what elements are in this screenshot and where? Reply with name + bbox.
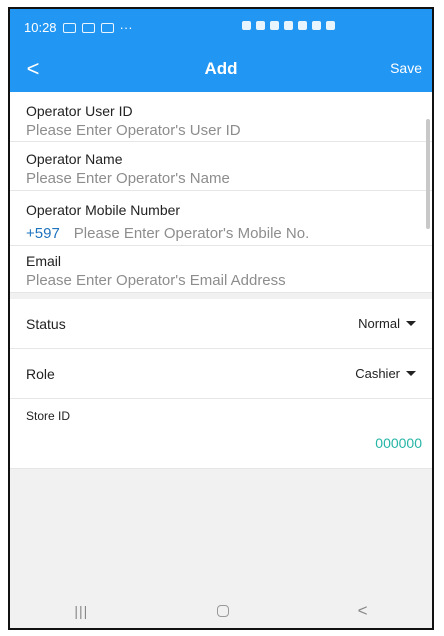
operator-mobile-input[interactable]: Please Enter Operator's Mobile No. [74, 224, 309, 244]
status-time: 10:28 [24, 20, 57, 35]
toolbar: < Add Save [10, 46, 432, 92]
more-notifications-icon: ··· [119, 20, 133, 35]
email-field[interactable]: Email Please Enter Operator's Email Addr… [10, 246, 432, 293]
battery-icon [326, 21, 335, 30]
operator-user-id-input[interactable]: Please Enter Operator's User ID [26, 121, 416, 141]
email-input[interactable]: Please Enter Operator's Email Address [26, 271, 416, 291]
form-content: Operator User ID Please Enter Operator's… [10, 92, 432, 572]
operator-mobile-label: Operator Mobile Number [26, 202, 181, 218]
select-fields-card: Status Normal Role Cashier Store ID 0000… [10, 299, 432, 469]
alarm-icon [242, 21, 251, 30]
operator-name-label: Operator Name [26, 151, 123, 167]
scrollbar[interactable] [426, 119, 430, 229]
gallery-icon [62, 22, 76, 33]
text-fields-card: Operator User ID Please Enter Operator's… [10, 92, 432, 293]
page-title: Add [204, 59, 238, 78]
bluetooth-icon [256, 21, 265, 30]
role-label: Role [26, 365, 55, 382]
signal-icon [298, 21, 307, 30]
save-button[interactable]: Save [390, 60, 422, 76]
store-id-label: Store ID [26, 409, 71, 423]
email-label: Email [26, 253, 62, 269]
photo-icon [81, 22, 95, 33]
store-id-value[interactable]: 000000 [375, 435, 422, 451]
role-dropdown[interactable]: Cashier [355, 366, 416, 381]
phone-screen: 10:28 ··· < Add Save Operator User ID Pl… [8, 7, 434, 630]
caret-down-icon [406, 371, 416, 376]
role-value: Cashier [355, 366, 400, 381]
status-icons [242, 21, 335, 30]
back-icon[interactable]: < [22, 56, 44, 82]
caret-down-icon [406, 321, 416, 326]
app-bar: 10:28 ··· < Add Save [10, 9, 432, 92]
status-label: Status [26, 315, 66, 332]
operator-user-id-field[interactable]: Operator User ID Please Enter Operator's… [10, 92, 432, 142]
signal-2-icon [312, 21, 321, 30]
status-value: Normal [358, 316, 400, 331]
android-nav-bar: ||| < [10, 594, 432, 628]
status-bar: 10:28 ··· [10, 9, 432, 46]
nav-back-icon[interactable]: < [358, 601, 368, 621]
role-select[interactable]: Role Cashier [10, 349, 432, 399]
home-icon[interactable] [216, 605, 229, 617]
recents-icon[interactable]: ||| [74, 603, 88, 619]
wifi-icon [284, 21, 293, 30]
operator-name-field[interactable]: Operator Name Please Enter Operator's Na… [10, 142, 432, 191]
status-select[interactable]: Status Normal [10, 299, 432, 349]
store-id-field[interactable]: Store ID 000000 [10, 399, 432, 469]
country-code-selector[interactable]: +597 [26, 225, 60, 242]
operator-user-id-label: Operator User ID [26, 103, 133, 119]
image-icon [100, 22, 114, 33]
status-dropdown[interactable]: Normal [358, 316, 416, 331]
operator-mobile-field[interactable]: Operator Mobile Number +597 Please Enter… [10, 191, 432, 246]
operator-name-input[interactable]: Please Enter Operator's Name [26, 169, 416, 189]
mute-icon [270, 21, 279, 30]
